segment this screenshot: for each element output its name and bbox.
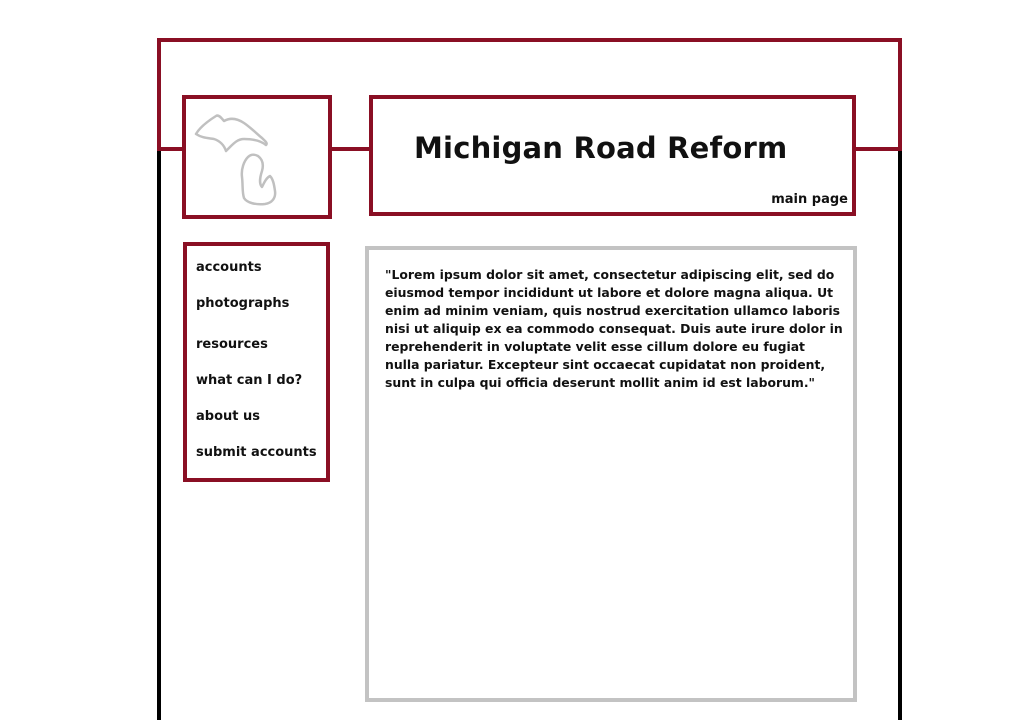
nav-item-photographs[interactable]: photographs [196, 296, 289, 311]
site-title: Michigan Road Reform [414, 131, 788, 165]
nav-item-what-can-i-do[interactable]: what can I do? [196, 373, 302, 388]
header-divider-middle [330, 147, 371, 151]
frame-right-lower-border [898, 150, 902, 720]
header-divider-left [157, 147, 183, 151]
nav-item-submit-accounts[interactable]: submit accounts [196, 445, 317, 460]
content-body-text: "Lorem ipsum dolor sit amet, consectetur… [385, 267, 843, 390]
michigan-map-icon [194, 114, 277, 206]
nav-item-about-us[interactable]: about us [196, 409, 260, 424]
frame-left-lower-border [157, 150, 161, 720]
sidebar-nav: accounts photographs resources what can … [183, 242, 330, 482]
header-banner: Michigan Road Reform main page [369, 95, 856, 216]
logo-box[interactable] [182, 95, 332, 219]
main-page-link[interactable]: main page [771, 192, 848, 207]
frame-top-border [157, 38, 902, 42]
main-content-panel: "Lorem ipsum dolor sit amet, consectetur… [365, 246, 857, 702]
header-divider-right [853, 147, 902, 151]
nav-item-accounts[interactable]: accounts [196, 260, 262, 275]
frame-left-upper-border [157, 38, 161, 150]
nav-item-resources[interactable]: resources [196, 337, 268, 352]
frame-right-upper-border [898, 38, 902, 150]
